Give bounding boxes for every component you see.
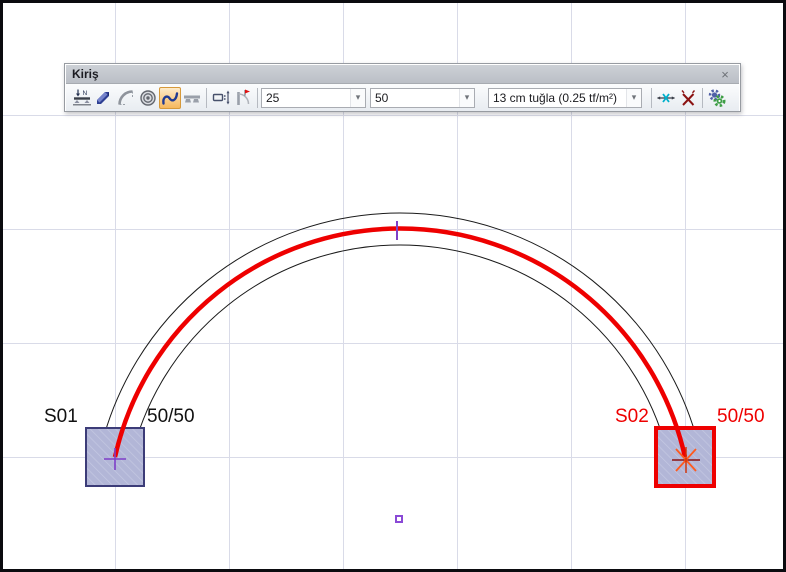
curved-beam-icon (160, 88, 180, 108)
beam-depth-combo[interactable]: 50 ▾ (370, 88, 475, 108)
settings-button[interactable] (706, 87, 728, 109)
beam-3d-button[interactable] (93, 87, 115, 109)
column-label-s02: S02 (615, 407, 649, 426)
flat-beam-button[interactable] (181, 87, 203, 109)
curved-beam-button[interactable] (159, 87, 181, 109)
curved-beam[interactable] (115, 229, 685, 457)
beam-width-value: 25 (262, 91, 350, 105)
beam-depth-value: 50 (371, 91, 459, 105)
beam-dimension-icon (211, 88, 231, 108)
beam-axial-icon: N (72, 88, 92, 108)
beam-toolbar-body: N (66, 84, 739, 111)
svg-text:N: N (83, 90, 88, 97)
arc-beam-icon (116, 88, 136, 108)
app-window: S01 50/50 S02 50/50 Kiriş × N (0, 0, 786, 572)
toolbar-separator (702, 88, 703, 108)
beam-slope-icon (233, 88, 253, 108)
column-label-s01: S01 (44, 407, 78, 426)
chevron-down-icon[interactable]: ▾ (350, 89, 365, 107)
toolbar-separator (206, 88, 207, 108)
chevron-down-icon[interactable]: ▾ (459, 89, 474, 107)
beam-toolbar: Kiriş × N (64, 63, 741, 112)
circular-beam-button[interactable] (137, 87, 159, 109)
column-size-s02: 50/50 (717, 407, 765, 426)
wall-load-value: 13 cm tuğla (0.25 tf/m²) (489, 91, 626, 105)
toolbar-separator (257, 88, 258, 108)
detach-icon (678, 88, 698, 108)
toolbar-title: Kiriş (72, 67, 717, 81)
column-size-s01: 50/50 (147, 407, 195, 426)
beam-dimension-button[interactable] (210, 87, 232, 109)
beam-width-combo[interactable]: 25 ▾ (261, 88, 366, 108)
settings-gear-icon (707, 88, 727, 108)
wall-load-combo[interactable]: 13 cm tuğla (0.25 tf/m²) ▾ (488, 88, 642, 108)
detach-button[interactable] (677, 87, 699, 109)
beam-toolbar-titlebar[interactable]: Kiriş × (66, 65, 739, 84)
axis-snap-button[interactable] (655, 87, 677, 109)
beam-axial-button[interactable]: N (71, 87, 93, 109)
close-icon[interactable]: × (717, 67, 733, 81)
axis-snap-icon (656, 88, 676, 108)
flat-beam-icon (182, 88, 202, 108)
arc-beam-button[interactable] (115, 87, 137, 109)
beam-slope-button[interactable] (232, 87, 254, 109)
grip-point[interactable] (396, 516, 402, 522)
chevron-down-icon[interactable]: ▾ (626, 89, 641, 107)
beam-3d-icon (94, 88, 114, 108)
circular-beam-icon (138, 88, 158, 108)
toolbar-separator (651, 88, 652, 108)
